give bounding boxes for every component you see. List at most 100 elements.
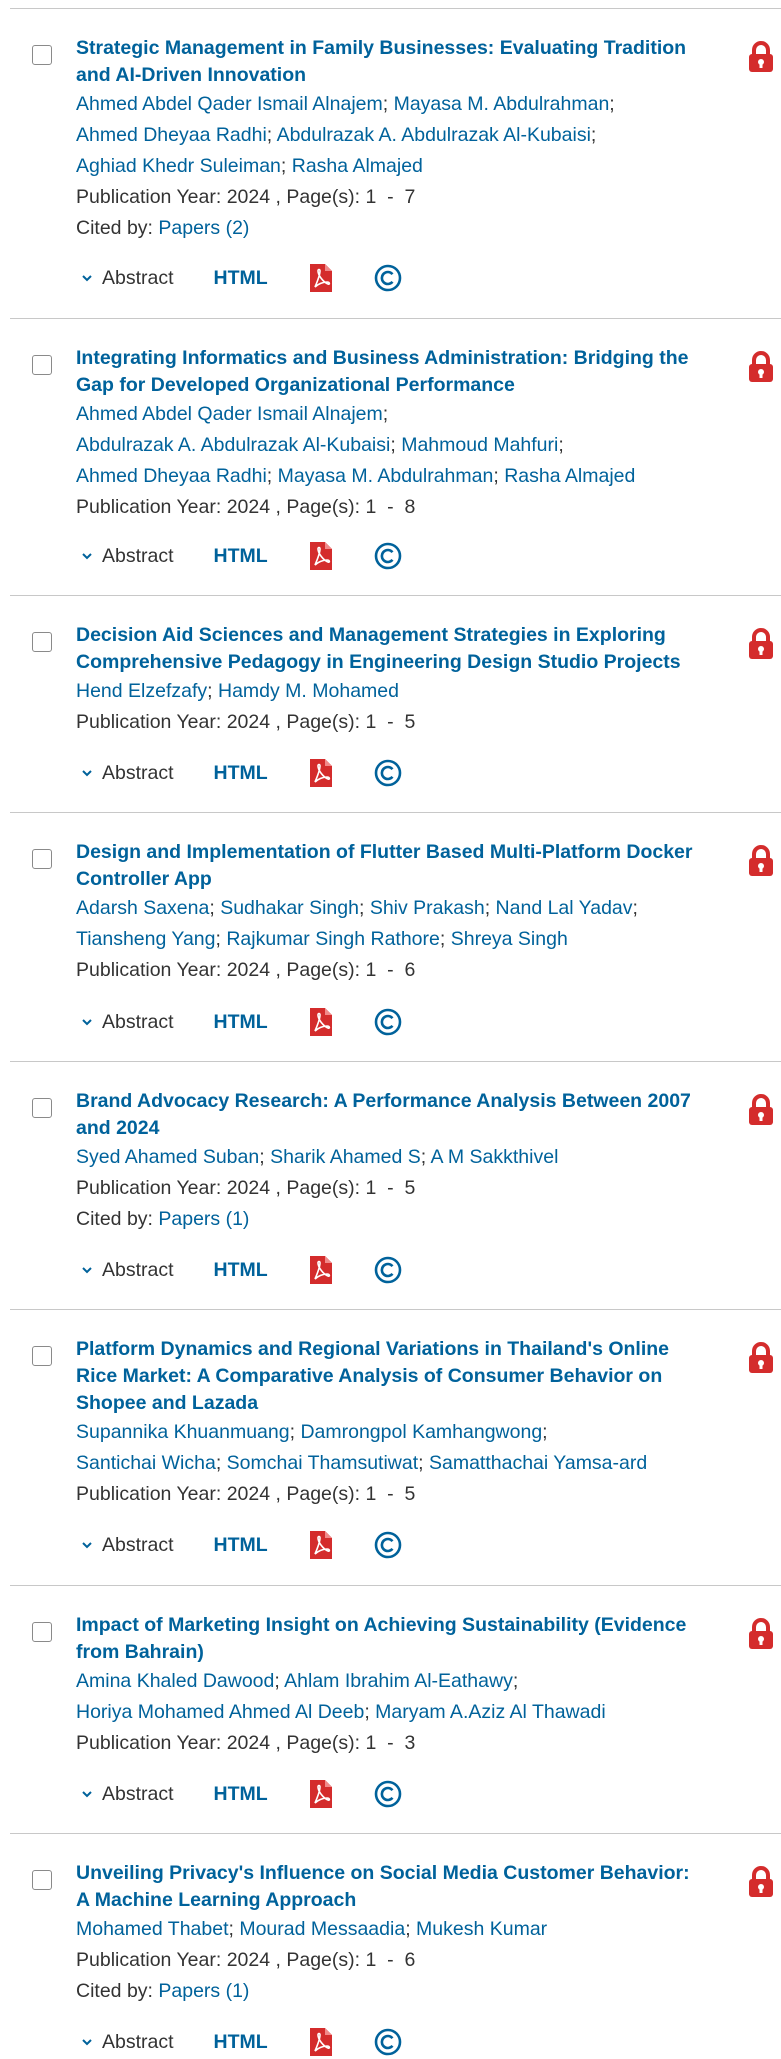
author-link[interactable]: Shreya Singh — [451, 928, 568, 950]
author-link[interactable]: Mukesh Kumar — [416, 1918, 547, 1940]
author-link[interactable]: Horiya Mohamed Ahmed Al Deeb — [76, 1701, 364, 1723]
result-content: Design and Implementation of Flutter Bas… — [76, 839, 701, 986]
result-title-link[interactable]: Brand Advocacy Research: A Performance A… — [76, 1088, 701, 1142]
html-link[interactable]: HTML — [214, 1783, 268, 1806]
publication-info: Publication Year: 2024 , Page(s): 1 - 7 — [76, 186, 416, 208]
author-separator: ; — [266, 465, 278, 487]
copyright-icon[interactable] — [374, 759, 402, 787]
pdf-icon[interactable] — [308, 2027, 334, 2057]
html-link[interactable]: HTML — [214, 1259, 268, 1282]
abstract-toggle[interactable]: Abstract — [80, 1259, 174, 1282]
result-select-checkbox[interactable] — [32, 1870, 52, 1890]
pages-label: Page(s): — [286, 496, 361, 518]
publication-info: Publication Year: 2024 , Page(s): 1 - 8 — [76, 496, 416, 518]
abstract-toggle[interactable]: Abstract — [80, 1783, 174, 1806]
author-link[interactable]: Damrongpol Kamhangwong — [300, 1421, 542, 1443]
html-link[interactable]: HTML — [214, 1011, 268, 1034]
pdf-icon[interactable] — [308, 1530, 334, 1560]
result-item: Impact of Marketing Insight on Achieving… — [10, 1585, 781, 1833]
result-select-checkbox[interactable] — [32, 1346, 52, 1366]
author-link[interactable]: Tiansheng Yang — [76, 928, 216, 950]
author-link[interactable]: Aghiad Khedr Suleiman — [76, 155, 281, 177]
result-select-checkbox[interactable] — [32, 1622, 52, 1642]
author-link[interactable]: Hamdy M. Mohamed — [218, 680, 399, 702]
result-title-link[interactable]: Decision Aid Sciences and Management Str… — [76, 622, 701, 676]
page-range: 1 - 3 — [365, 1732, 416, 1754]
author-link[interactable]: Abdulrazak A. Abdulrazak Al-Kubaisi — [277, 124, 591, 146]
copyright-icon[interactable] — [374, 542, 402, 570]
author-link[interactable]: Santichai Wicha — [76, 1452, 216, 1474]
result-select-checkbox[interactable] — [32, 1098, 52, 1118]
cited-by-papers-link[interactable]: Papers (1) — [158, 1208, 249, 1230]
author-link[interactable]: Shiv Prakash — [370, 897, 485, 919]
abstract-toggle[interactable]: Abstract — [80, 267, 174, 290]
chevron-down-icon — [80, 549, 94, 563]
author-link[interactable]: Ahlam Ibrahim Al-Eathawy — [284, 1670, 513, 1692]
author-separator: ; — [609, 93, 615, 115]
author-link[interactable]: Somchai Thamsutiwat — [227, 1452, 418, 1474]
author-link[interactable]: Supannika Khuanmuang — [76, 1421, 290, 1443]
html-link[interactable]: HTML — [214, 545, 268, 568]
html-link[interactable]: HTML — [214, 1534, 268, 1557]
author-link[interactable]: A M Sakkthivel — [431, 1146, 559, 1168]
html-link[interactable]: HTML — [214, 267, 268, 290]
author-link[interactable]: Samatthachai Yamsa-ard — [429, 1452, 647, 1474]
abstract-toggle[interactable]: Abstract — [80, 1011, 174, 1034]
author-link[interactable]: Mohamed Thabet — [76, 1918, 229, 1940]
html-link[interactable]: HTML — [214, 2031, 268, 2054]
author-link[interactable]: Ahmed Abdel Qader Ismail Alnajem — [76, 93, 383, 115]
author-link[interactable]: Ahmed Dheyaa Radhi — [76, 465, 267, 487]
author-link[interactable]: Ahmed Abdel Qader Ismail Alnajem — [76, 403, 383, 425]
cited-by-papers-link[interactable]: Papers (2) — [158, 217, 249, 239]
html-link[interactable]: HTML — [214, 762, 268, 785]
result-title-link[interactable]: Strategic Management in Family Businesse… — [76, 35, 701, 89]
author-line: Amina Khaled Dawood; Ahlam Ibrahim Al-Ea… — [76, 1666, 701, 1697]
copyright-icon[interactable] — [374, 1531, 402, 1559]
abstract-toggle[interactable]: Abstract — [80, 1534, 174, 1557]
abstract-toggle[interactable]: Abstract — [80, 2031, 174, 2054]
copyright-icon[interactable] — [374, 1008, 402, 1036]
author-link[interactable]: Mayasa M. Abdulrahman — [394, 93, 610, 115]
author-link[interactable]: Amina Khaled Dawood — [76, 1670, 274, 1692]
author-link[interactable]: Syed Ahamed Suban — [76, 1146, 259, 1168]
publication-info: Publication Year: 2024 , Page(s): 1 - 5 — [76, 1177, 416, 1199]
pdf-icon[interactable] — [308, 1255, 334, 1285]
author-link[interactable]: Sharik Ahamed S — [270, 1146, 421, 1168]
result-title-link[interactable]: Integrating Informatics and Business Adm… — [76, 345, 701, 399]
author-link[interactable]: Ahmed Dheyaa Radhi — [76, 124, 267, 146]
author-link[interactable]: Abdulrazak A. Abdulrazak Al-Kubaisi — [76, 434, 390, 456]
abstract-toggle[interactable]: Abstract — [80, 545, 174, 568]
result-select-checkbox[interactable] — [32, 45, 52, 65]
pdf-icon[interactable] — [308, 1007, 334, 1037]
result-title-link[interactable]: Unveiling Privacy's Influence on Social … — [76, 1860, 701, 1914]
pdf-icon[interactable] — [308, 1779, 334, 1809]
pdf-icon[interactable] — [308, 263, 334, 293]
copyright-icon[interactable] — [374, 2028, 402, 2056]
abstract-toggle[interactable]: Abstract — [80, 762, 174, 785]
author-link[interactable]: Rasha Almajed — [292, 155, 423, 177]
result-select-checkbox[interactable] — [32, 632, 52, 652]
result-select-checkbox[interactable] — [32, 355, 52, 375]
author-link[interactable]: Hend Elzefzafy — [76, 680, 207, 702]
result-title-link[interactable]: Impact of Marketing Insight on Achieving… — [76, 1612, 701, 1666]
author-link[interactable]: Rajkumar Singh Rathore — [226, 928, 440, 950]
result-title-link[interactable]: Platform Dynamics and Regional Variation… — [76, 1336, 701, 1417]
author-link[interactable]: Adarsh Saxena — [76, 897, 209, 919]
copyright-icon[interactable] — [374, 1780, 402, 1808]
author-link[interactable]: Sudhakar Singh — [220, 897, 359, 919]
author-link[interactable]: Mayasa M. Abdulrahman — [278, 465, 494, 487]
author-link[interactable]: Mahmoud Mahfuri — [401, 434, 558, 456]
author-link[interactable]: Maryam A.Aziz Al Thawadi — [375, 1701, 605, 1723]
copyright-icon[interactable] — [374, 264, 402, 292]
pdf-icon[interactable] — [308, 758, 334, 788]
author-separator: ; — [280, 155, 292, 177]
chevron-down-icon — [80, 766, 94, 780]
result-title-link[interactable]: Design and Implementation of Flutter Bas… — [76, 839, 701, 893]
copyright-icon[interactable] — [374, 1256, 402, 1284]
author-link[interactable]: Nand Lal Yadav — [496, 897, 633, 919]
result-select-checkbox[interactable] — [32, 849, 52, 869]
author-link[interactable]: Rasha Almajed — [504, 465, 635, 487]
cited-by-papers-link[interactable]: Papers (1) — [158, 1980, 249, 2002]
pdf-icon[interactable] — [308, 541, 334, 571]
author-link[interactable]: Mourad Messaadia — [239, 1918, 405, 1940]
